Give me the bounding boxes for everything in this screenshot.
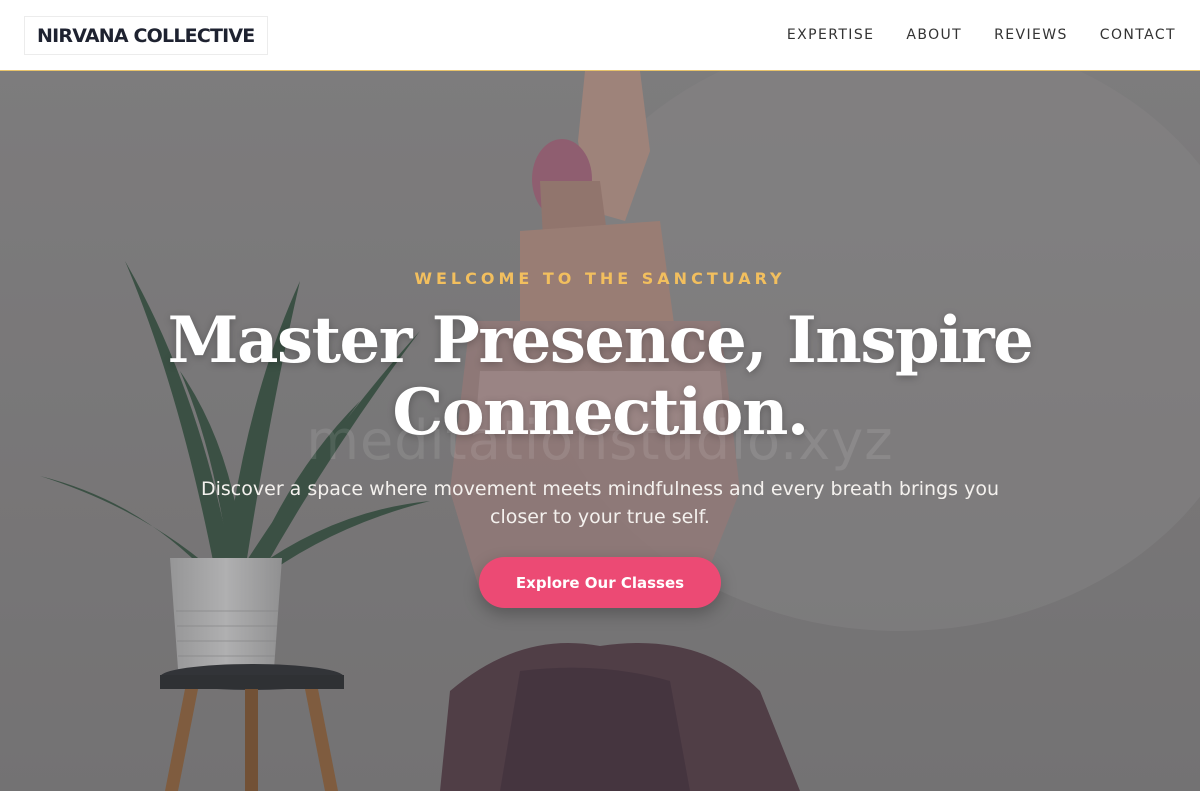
nav-link-about[interactable]: ABOUT [906,27,962,43]
hero-subtitle: Discover a space where movement meets mi… [201,478,999,528]
site-header: NIRVANA COLLECTIVE EXPERTISE ABOUT REVIE… [0,0,1200,71]
nav-link-expertise[interactable]: EXPERTISE [787,27,874,43]
hero-content: WELCOME TO THE SANCTUARY Master Presence… [0,71,1200,791]
main-nav: EXPERTISE ABOUT REVIEWS CONTACT [787,0,1176,70]
brand-logo[interactable]: NIRVANA COLLECTIVE [24,16,268,55]
explore-classes-button[interactable]: Explore Our Classes [479,557,721,608]
hero-eyebrow: WELCOME TO THE SANCTUARY [414,269,786,288]
hero-section: WELCOME TO THE SANCTUARY Master Presence… [0,71,1200,791]
nav-link-contact[interactable]: CONTACT [1100,27,1176,43]
watermark-text: meditationstudio.xyz [306,409,894,472]
nav-link-reviews[interactable]: REVIEWS [994,27,1068,43]
